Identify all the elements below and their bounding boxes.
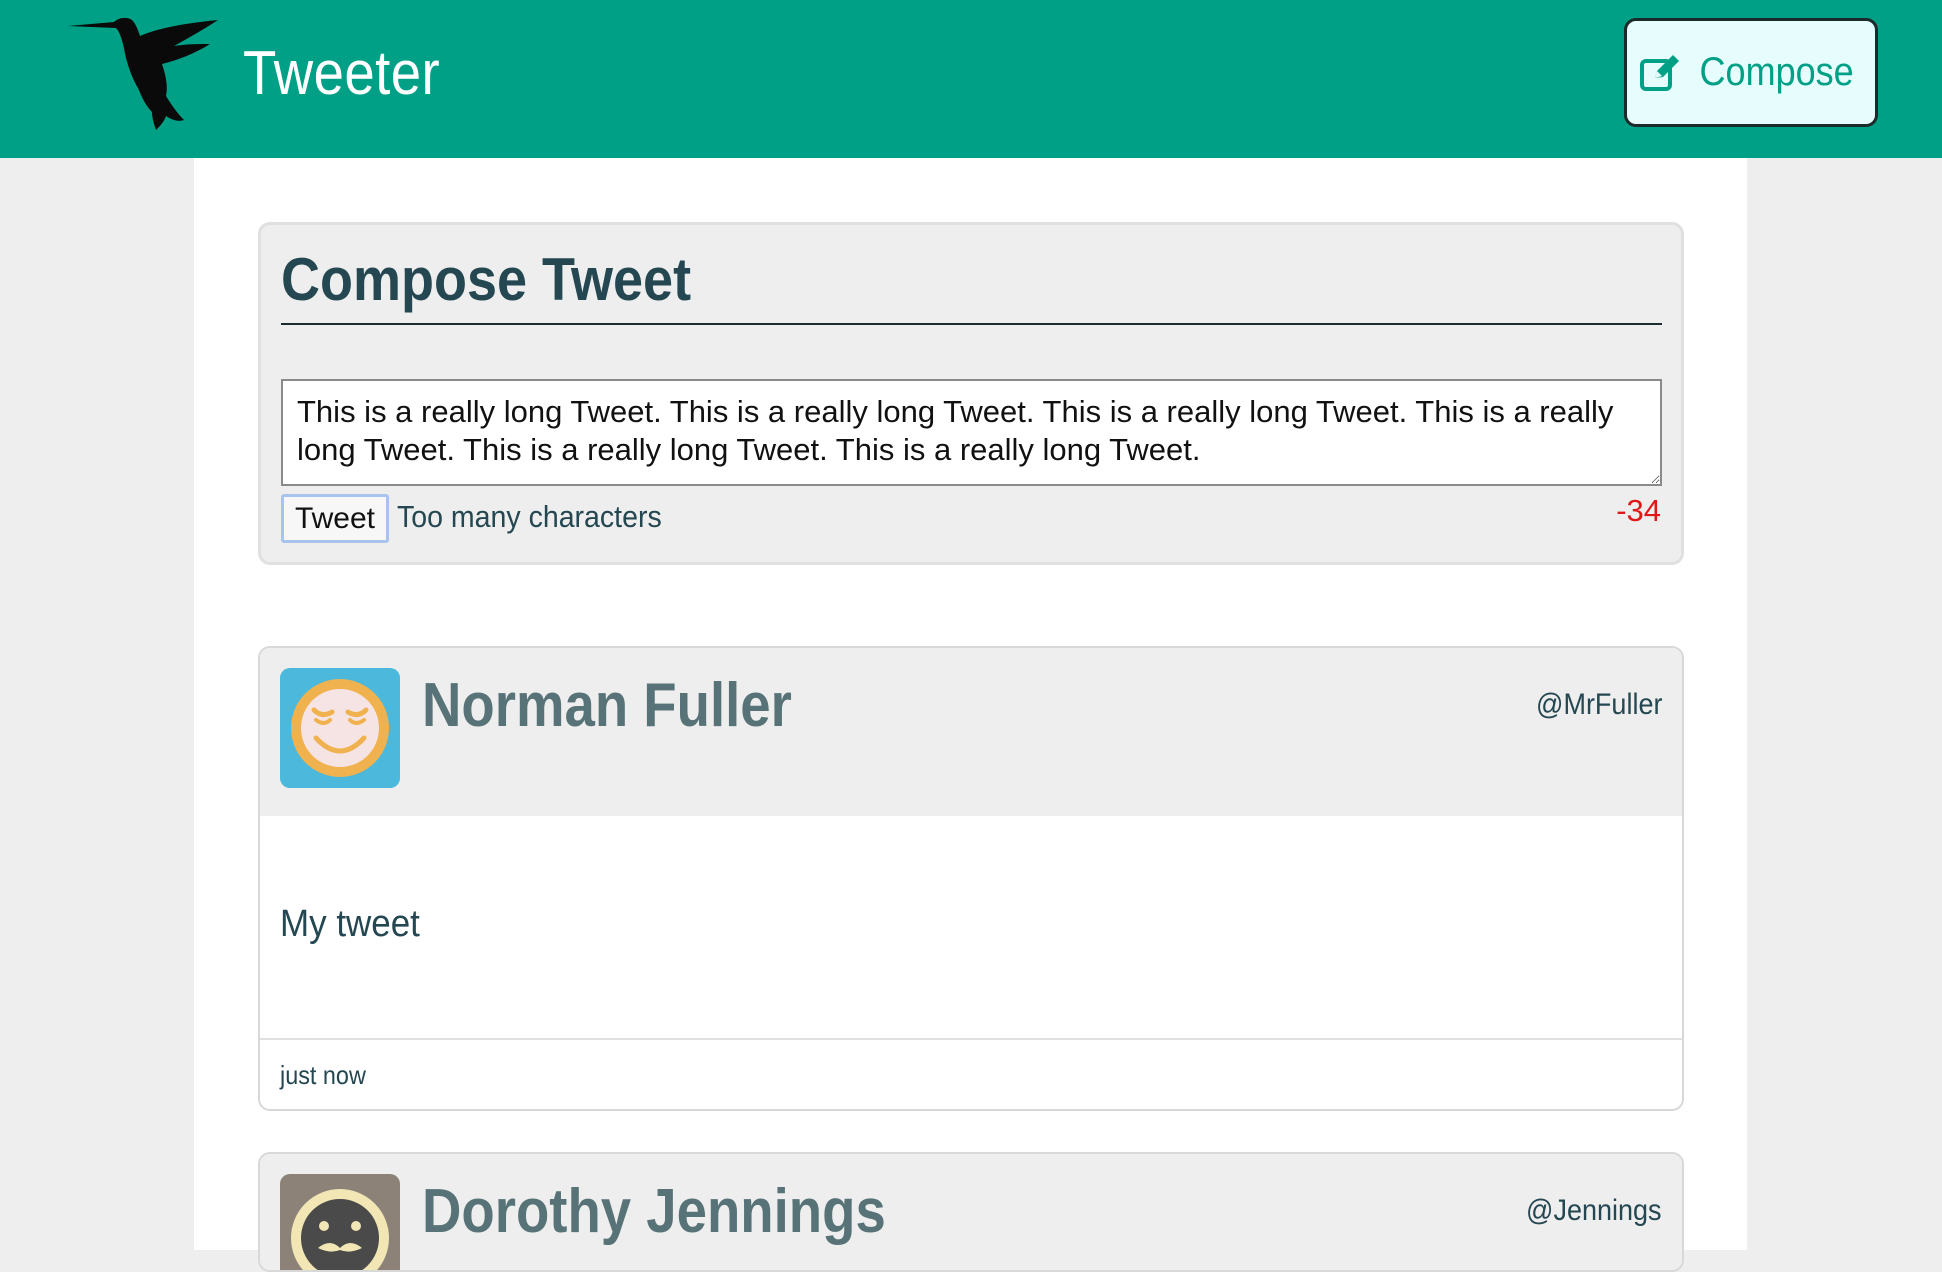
tweet-content: My tweet <box>280 903 420 945</box>
tweet-header: Dorothy Jennings @Jennings <box>260 1154 1682 1270</box>
tweet-text-input[interactable]: This is a really long Tweet. This is a r… <box>281 379 1662 486</box>
tweet-submit-button[interactable]: Tweet <box>281 494 389 543</box>
error-message: Too many characters <box>397 499 662 534</box>
user-display-name: Dorothy Jennings <box>422 1177 886 1246</box>
hummingbird-icon <box>68 17 218 131</box>
tweet-card: Norman Fuller @MrFuller My tweet just no… <box>258 646 1684 1111</box>
tweet-timestamp: just now <box>280 1060 366 1090</box>
edit-icon <box>1640 54 1680 91</box>
compose-button-label: Compose <box>1699 50 1855 94</box>
main-content: Compose Tweet This is a really long Twee… <box>194 158 1747 1272</box>
character-counter: -34 <box>1616 493 1661 528</box>
mustache-avatar-icon <box>280 1174 400 1270</box>
app-brand-title: Tweeter <box>243 39 441 108</box>
user-handle: @MrFuller <box>1535 688 1662 721</box>
smiley-avatar-icon <box>280 668 400 788</box>
divider <box>281 323 1662 325</box>
tweet-footer: just now <box>260 1038 1682 1109</box>
user-handle: @Jennings <box>1526 1194 1662 1227</box>
user-display-name: Norman Fuller <box>422 671 792 740</box>
compose-title: Compose Tweet <box>281 246 692 313</box>
tweet-card: Dorothy Jennings @Jennings <box>258 1152 1684 1272</box>
compose-tweet-panel: Compose Tweet This is a really long Twee… <box>258 222 1684 565</box>
tweet-header: Norman Fuller @MrFuller <box>260 648 1682 816</box>
compose-button[interactable]: Compose <box>1624 18 1878 127</box>
top-navigation-bar: Tweeter Compose <box>0 0 1942 158</box>
